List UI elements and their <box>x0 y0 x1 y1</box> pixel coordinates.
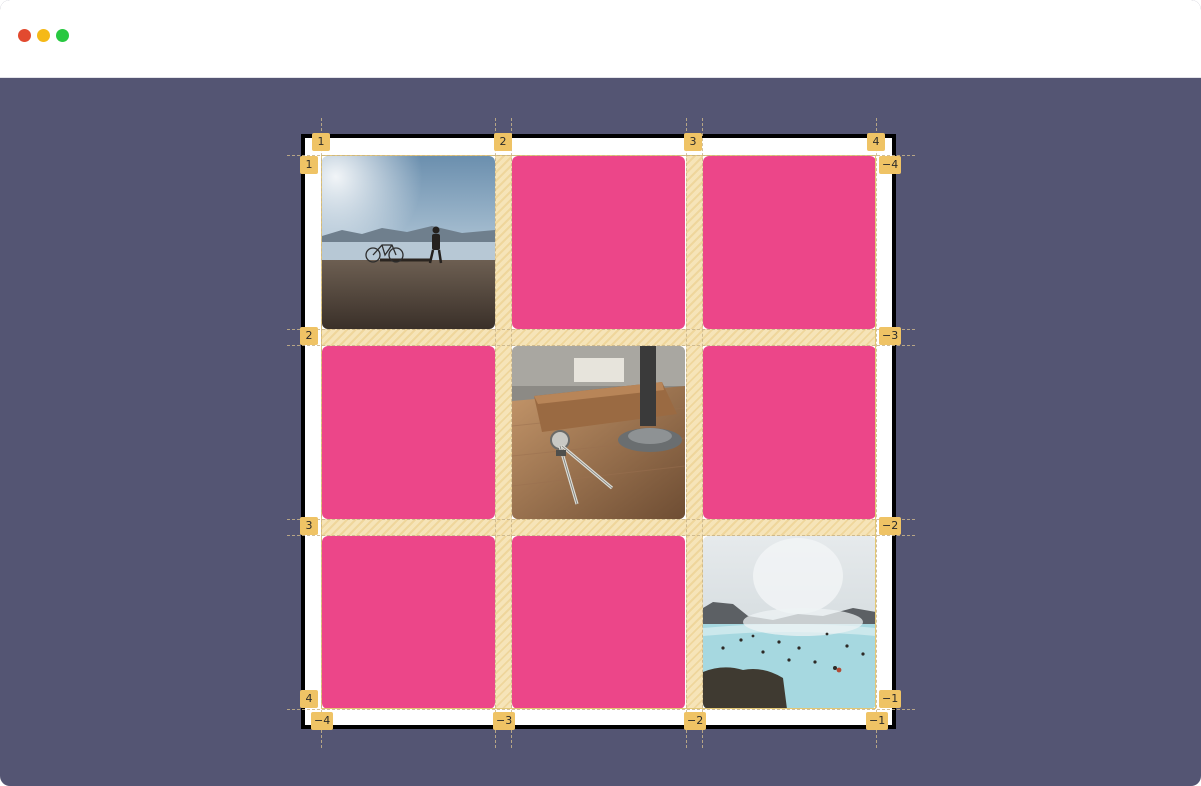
grid-line <box>287 535 915 536</box>
row-line-number-left: 3 <box>300 517 318 535</box>
grid-line <box>686 118 687 748</box>
grid-item <box>703 156 876 329</box>
column-line-number-bottom: −2 <box>684 712 707 730</box>
close-window-button[interactable] <box>18 29 31 42</box>
column-line-number-bottom: −3 <box>493 712 516 730</box>
title-bar <box>0 0 1201 78</box>
grid-item-photo-bicycle <box>322 156 495 329</box>
grid-line <box>511 118 512 748</box>
grid-line <box>876 118 877 748</box>
bicycle-by-sea-image <box>322 156 495 329</box>
minimize-window-button[interactable] <box>37 29 50 42</box>
row-gap <box>321 329 876 346</box>
grid-line <box>321 118 322 748</box>
grid-item-photo-lagoon <box>703 536 876 709</box>
grid-line <box>287 155 915 156</box>
grid-line <box>287 519 915 520</box>
column-line-number-top: 2 <box>494 133 512 151</box>
maximize-window-button[interactable] <box>56 29 69 42</box>
column-line-number-bottom: −1 <box>866 712 889 730</box>
grid-line <box>495 118 496 748</box>
column-line-number-top: 3 <box>684 133 702 151</box>
grid-line <box>702 118 703 748</box>
column-line-number-top: 1 <box>312 133 330 151</box>
row-line-number-right: −3 <box>879 327 902 345</box>
row-line-number-right: −4 <box>879 156 902 174</box>
hot-spring-lagoon-image <box>703 536 876 709</box>
grid-line <box>287 709 915 710</box>
compass-on-desk-image <box>512 346 685 519</box>
column-line-number-bottom: −4 <box>311 712 334 730</box>
grid-line <box>287 329 915 330</box>
grid-item <box>512 536 685 709</box>
row-gap <box>321 519 876 536</box>
browser-window: 1 2 3 4 −4 −3 −2 −1 1 2 3 4 −4 −3 −2 −1 <box>0 0 1201 786</box>
grid-item <box>512 156 685 329</box>
grid-item <box>322 536 495 709</box>
column-gap <box>495 155 512 709</box>
row-line-number-left: 2 <box>300 327 318 345</box>
row-line-number-left: 1 <box>300 156 318 174</box>
grid-item-photo-compass <box>512 346 685 519</box>
row-line-number-right: −2 <box>879 517 902 535</box>
column-gap <box>686 155 703 709</box>
row-line-number-left: 4 <box>300 690 318 708</box>
row-line-number-right: −1 <box>879 690 902 708</box>
column-line-number-top: 4 <box>867 133 885 151</box>
grid-item <box>703 346 876 519</box>
grid-line <box>287 345 915 346</box>
grid-item <box>322 346 495 519</box>
